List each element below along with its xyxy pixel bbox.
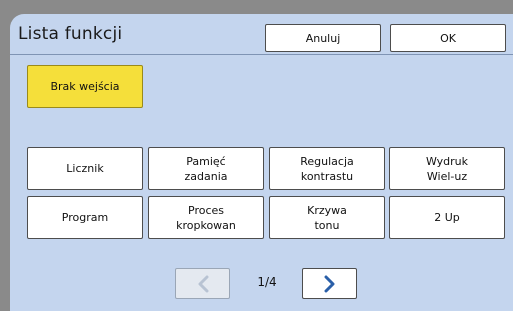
- panel-header: Lista funkcji Anuluj OK: [10, 14, 513, 55]
- function-wydruk-wiel-uz[interactable]: Wydruk Wiel-uz: [389, 147, 505, 190]
- ok-button[interactable]: OK: [390, 24, 506, 52]
- screen-frame: Lista funkcji Anuluj OK Brak wejścia Lic…: [0, 0, 513, 311]
- chevron-right-icon: [324, 275, 334, 292]
- cancel-button[interactable]: Anuluj: [265, 24, 381, 52]
- page-title: Lista funkcji: [18, 24, 123, 44]
- next-page-button[interactable]: [302, 268, 357, 299]
- function-program[interactable]: Program: [27, 196, 143, 239]
- chevron-left-icon: [198, 275, 208, 292]
- function-licznik[interactable]: Licznik: [27, 147, 143, 190]
- function-list-panel: Lista funkcji Anuluj OK Brak wejścia Lic…: [10, 14, 513, 311]
- prev-page-button[interactable]: [175, 268, 230, 299]
- page-indicator: 1/4: [257, 275, 277, 289]
- function-proces-kropkowan[interactable]: Proces kropkowan: [148, 196, 264, 239]
- function-pamiec-zadania[interactable]: Pamięć zadania: [148, 147, 264, 190]
- no-entry-button[interactable]: Brak wejścia: [27, 65, 143, 108]
- function-krzywa-tonu[interactable]: Krzywa tonu: [269, 196, 385, 239]
- function-2-up[interactable]: 2 Up: [389, 196, 505, 239]
- function-regulacja-kontrastu[interactable]: Regulacja kontrastu: [269, 147, 385, 190]
